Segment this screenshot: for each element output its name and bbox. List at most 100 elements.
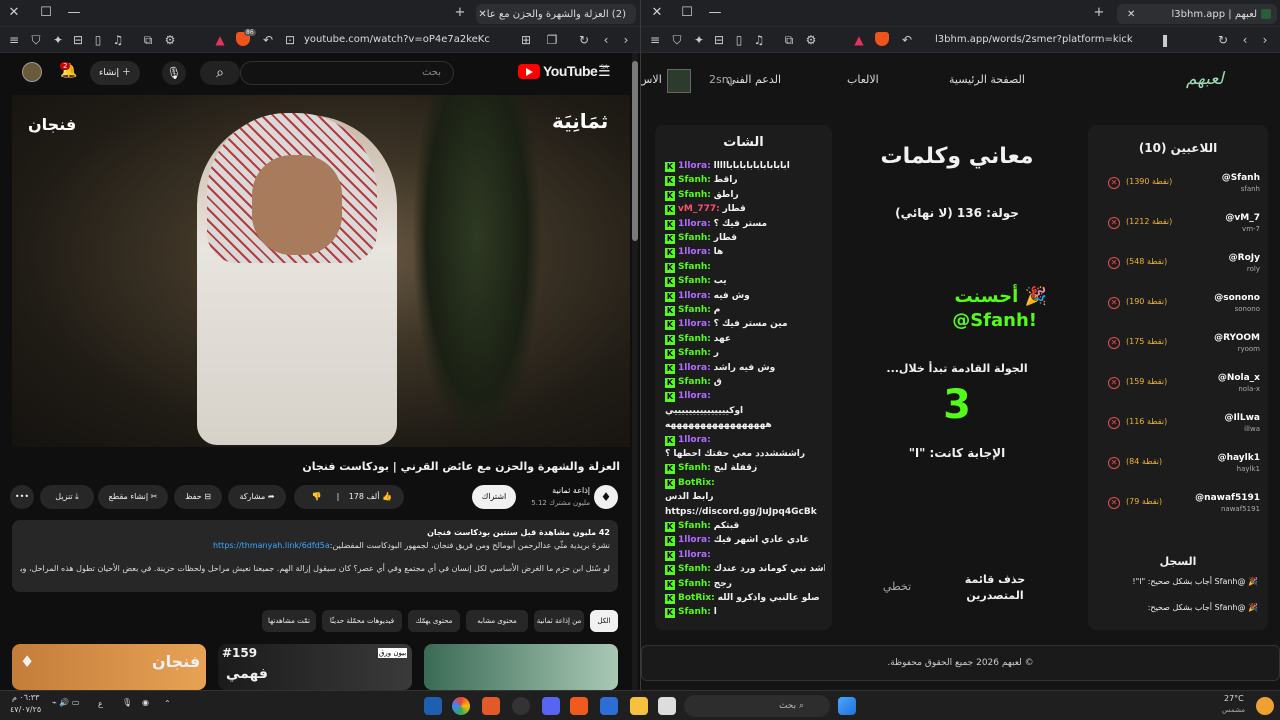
description-link[interactable]: https://thmanyah.link/6dfd5a <box>213 541 330 550</box>
music-icon[interactable]: ♫ <box>751 32 767 48</box>
related-thumbnail-2[interactable]: #159 فهمي بيون ورق <box>218 644 412 690</box>
chat-username[interactable]: Sfanh: <box>678 334 711 344</box>
nav-games[interactable]: الالعاب <box>847 73 879 86</box>
chip-similar[interactable]: محتوى مشابه <box>466 610 528 632</box>
channel-name[interactable]: إذاعة ثمانية <box>518 486 590 495</box>
chat-username[interactable]: 1llora: <box>678 319 711 329</box>
search-icon[interactable]: ⌕ <box>200 61 240 85</box>
nav-home[interactable]: الصفحة الرئيسية <box>949 73 1025 86</box>
weather-temp[interactable]: 27°C <box>1224 694 1244 703</box>
delete-leaderboard-button[interactable]: حذف قائمة المتصدرين <box>955 572 1035 604</box>
skip-button[interactable]: تخطي <box>877 580 917 593</box>
new-tab-icon[interactable]: + <box>1091 5 1107 21</box>
chat-username[interactable]: Sfanh: <box>678 276 711 286</box>
address-bar[interactable]: youtube.com/watch?v=oP4e7a2keKc&t=6... <box>304 31 490 49</box>
triangle-icon[interactable]: ▲ <box>851 32 867 48</box>
minimize-icon[interactable]: — <box>66 5 82 21</box>
search-input[interactable]: بحث <box>240 61 454 85</box>
app-icon[interactable] <box>482 697 500 715</box>
task-view-icon[interactable] <box>658 697 676 715</box>
close-window-icon[interactable]: ✕ <box>6 5 22 21</box>
back-icon[interactable]: ‹ <box>1237 32 1253 48</box>
sidebar-icon[interactable]: ▯ <box>90 32 106 48</box>
chat-username[interactable]: Sfanh: <box>678 564 711 574</box>
chat-username[interactable]: Sfanh: <box>678 463 711 473</box>
tab-youtube[interactable]: (2) العزلة والشهرة والحزن مع عا ✕ <box>476 4 636 24</box>
remove-player-icon[interactable]: ✕ <box>1108 377 1120 389</box>
triangle-icon[interactable]: ▲ <box>212 32 228 48</box>
obs-icon[interactable] <box>512 697 530 715</box>
start-menu-icon[interactable] <box>838 697 856 715</box>
tab-close-icon[interactable]: ✕ <box>476 9 486 20</box>
tray-app-icon[interactable]: ◉ <box>142 698 149 707</box>
copy-link-icon[interactable]: ⊞ <box>518 32 534 48</box>
chat-username[interactable]: Sfanh: <box>678 521 711 531</box>
bookmark-add-icon[interactable]: ❚ <box>1157 32 1173 48</box>
menu-icon[interactable]: ≡ <box>647 32 663 48</box>
channel-avatar[interactable]: ♦ <box>594 485 618 509</box>
create-button[interactable]: إنشاء ＋ <box>90 61 140 85</box>
remove-player-icon[interactable]: ✕ <box>1108 297 1120 309</box>
chat-username[interactable]: Sfanh: <box>678 262 711 272</box>
menu-icon[interactable]: ≡ <box>6 32 22 48</box>
chat-username[interactable]: 1llora: <box>678 219 711 229</box>
youtube-logo[interactable]: YouTube SA <box>518 63 608 79</box>
close-window-icon[interactable]: ✕ <box>649 5 665 21</box>
weather-sun-icon[interactable] <box>1256 697 1274 715</box>
sidebar-icon[interactable]: ▯ <box>731 32 747 48</box>
hamburger-menu-icon[interactable]: ☰ <box>598 64 611 80</box>
chip-recent[interactable]: فيديوهات محمّلة حديثًا <box>322 610 402 632</box>
extension-icon[interactable]: ✦ <box>50 32 66 48</box>
new-tab-icon[interactable]: + <box>452 5 468 21</box>
remove-player-icon[interactable]: ✕ <box>1108 337 1120 349</box>
remove-player-icon[interactable]: ✕ <box>1108 457 1120 469</box>
back-icon[interactable]: ‹ <box>598 32 614 48</box>
tray-chevron-icon[interactable]: ⌃ <box>164 699 171 708</box>
maximize-icon[interactable]: ☐ <box>679 5 695 21</box>
settings-icon[interactable]: ⚙ <box>162 32 178 48</box>
forward-icon[interactable]: › <box>1257 32 1273 48</box>
subscribe-button[interactable]: اشتراك <box>472 485 516 509</box>
nav-truncated[interactable]: الاس <box>641 73 662 86</box>
taskbar-search[interactable]: بحث ⌕ <box>684 695 830 717</box>
maximize-icon[interactable]: ☐ <box>38 5 54 21</box>
tab-close-icon[interactable]: ✕ <box>1123 9 1135 20</box>
video-description[interactable]: 42 مليون مشاهدة قبل سنتين بودكاست فنجان … <box>12 520 618 592</box>
remove-player-icon[interactable]: ✕ <box>1108 177 1120 189</box>
reload-page-icon[interactable]: ↶ <box>260 32 276 48</box>
chat-username[interactable]: 1llora: <box>678 247 711 257</box>
dislike-icon[interactable]: 👎 <box>297 485 337 509</box>
chat-username[interactable]: vM_777: <box>678 204 720 214</box>
chat-username[interactable]: Sfanh: <box>678 377 711 387</box>
chat-username[interactable]: 1llora: <box>678 535 711 545</box>
chat-username[interactable]: 1llora: <box>678 550 711 560</box>
chip-all[interactable]: الكل <box>590 610 618 632</box>
brave-shield-icon[interactable] <box>875 32 889 46</box>
chat-username[interactable]: Sfanh: <box>678 579 711 589</box>
voice-search-icon[interactable]: 🎙 <box>162 61 186 85</box>
nav-username[interactable]: 2sm <box>709 73 732 86</box>
chat-username[interactable]: 1llora: <box>678 291 711 301</box>
screenshot-icon[interactable]: ⧉ <box>140 32 156 48</box>
screenshot-icon[interactable]: ⧉ <box>781 32 797 48</box>
page-scrollbar[interactable] <box>632 53 638 690</box>
chat-username[interactable]: Sfanh: <box>678 348 711 358</box>
address-bar[interactable]: l3bhm.app/words/2smer?platform=kick <box>935 31 1145 49</box>
chip-watched[interactable]: تمّت مشاهدتها <box>262 610 316 632</box>
chip-interest[interactable]: محتوى يهمّك <box>408 610 460 632</box>
ms-store-icon[interactable] <box>600 697 618 715</box>
chat-username[interactable]: 1llora: <box>678 391 711 401</box>
related-thumbnail-1[interactable]: ♦ فنجان <box>12 644 206 690</box>
site-logo[interactable]: لعبهم <box>1186 69 1224 89</box>
download-button[interactable]: تنزيل ⤓ <box>40 485 94 509</box>
refresh-icon[interactable]: ↻ <box>576 32 592 48</box>
chat-username[interactable]: 1llora: <box>678 161 711 171</box>
scrollbar-thumb[interactable] <box>632 61 638 241</box>
keyboard-lang[interactable]: ع <box>98 699 103 708</box>
chat-username[interactable]: BotRix: <box>678 593 715 603</box>
network-volume-icons[interactable]: ⌁ 🔊 ▭ <box>52 698 79 707</box>
bookmark-icon[interactable]: ⊟ <box>70 32 86 48</box>
share-button[interactable]: مشاركة ➦ <box>228 485 286 509</box>
chat-username[interactable]: Sfanh: <box>678 190 711 200</box>
discord-icon[interactable] <box>542 697 560 715</box>
